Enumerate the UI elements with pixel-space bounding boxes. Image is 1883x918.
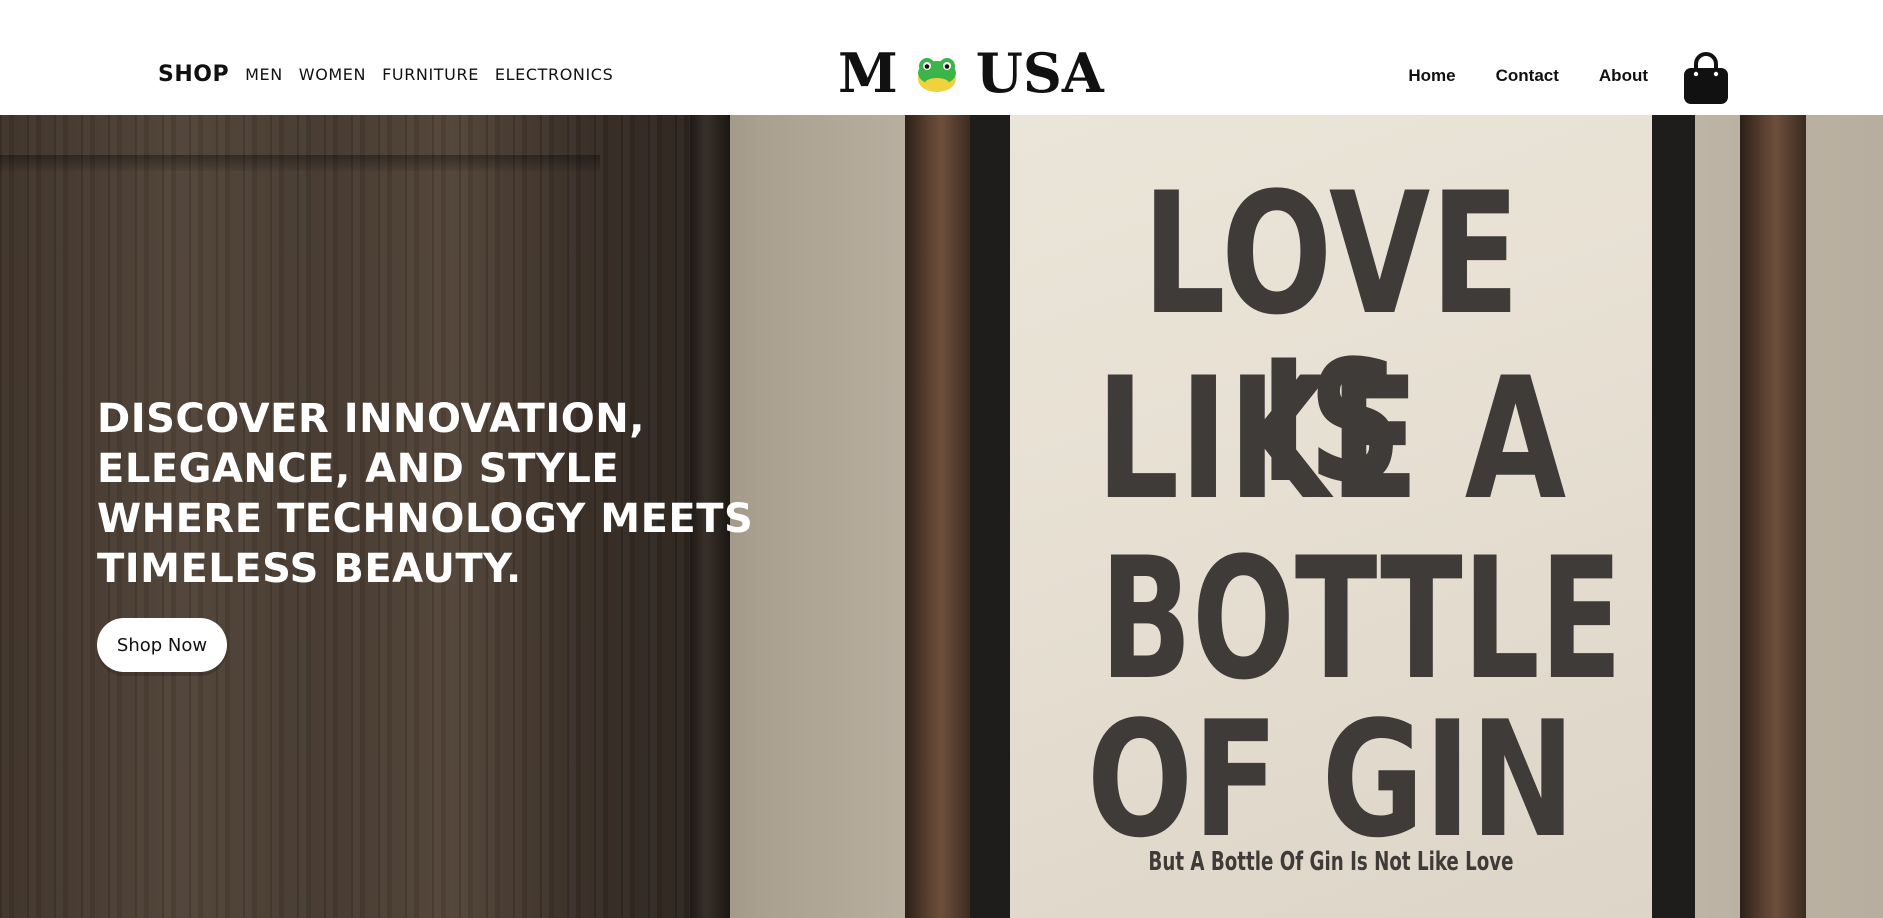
nav-men-link[interactable]: MEN — [245, 65, 283, 84]
hero-section: LOVE IS LIKE A BOTTLE OF GIN But A Bottl… — [0, 115, 1883, 918]
hero-headline: DISCOVER INNOVATION, ELEGANCE, AND STYLE… — [97, 394, 777, 594]
nav-home-link[interactable]: Home — [1408, 66, 1455, 86]
main-nav: Home Contact About — [1408, 66, 1648, 86]
hero-headline-line-3: WHERE TECHNOLOGY MEETS — [97, 496, 754, 542]
site-logo[interactable]: M USA — [838, 46, 1104, 100]
logo-text-right: USA — [975, 41, 1104, 105]
wooden-post-right — [1740, 115, 1806, 918]
category-nav: SHOP MEN WOMEN FURNITURE ELECTRONICS — [158, 62, 613, 87]
hero-headline-line-1: DISCOVER INNOVATION, — [97, 396, 645, 442]
poster-caption: But A Bottle Of Gin Is Not Like Love — [1148, 847, 1514, 877]
nav-shop-link[interactable]: SHOP — [158, 62, 229, 87]
landing-page: SHOP MEN WOMEN FURNITURE ELECTRONICS M U… — [0, 0, 1883, 918]
nav-contact-link[interactable]: Contact — [1496, 66, 1559, 86]
nav-about-link[interactable]: About — [1599, 66, 1648, 86]
logo-text-left: M — [838, 41, 898, 105]
hero-headline-line-4: TIMELESS BEAUTY. — [97, 546, 522, 592]
hero-poster-image: LOVE IS LIKE A BOTTLE OF GIN But A Bottl… — [1010, 115, 1652, 918]
frog-icon — [917, 58, 956, 92]
site-header: SHOP MEN WOMEN FURNITURE ELECTRONICS M U… — [0, 0, 1883, 115]
poster-line-4: OF GIN — [1086, 686, 1576, 873]
poster-line-3: BOTTLE — [1099, 521, 1623, 717]
wooden-post-left — [905, 115, 971, 918]
nav-electronics-link[interactable]: ELECTRONICS — [495, 65, 613, 84]
shop-now-button[interactable]: Shop Now — [97, 618, 227, 672]
nav-furniture-link[interactable]: FURNITURE — [382, 65, 479, 84]
shopping-bag-icon[interactable] — [1682, 52, 1730, 106]
nav-women-link[interactable]: WOMEN — [299, 65, 366, 84]
poster-line-2: LIKE A — [1095, 341, 1567, 537]
hero-headline-line-2: ELEGANCE, AND STYLE — [97, 446, 620, 492]
